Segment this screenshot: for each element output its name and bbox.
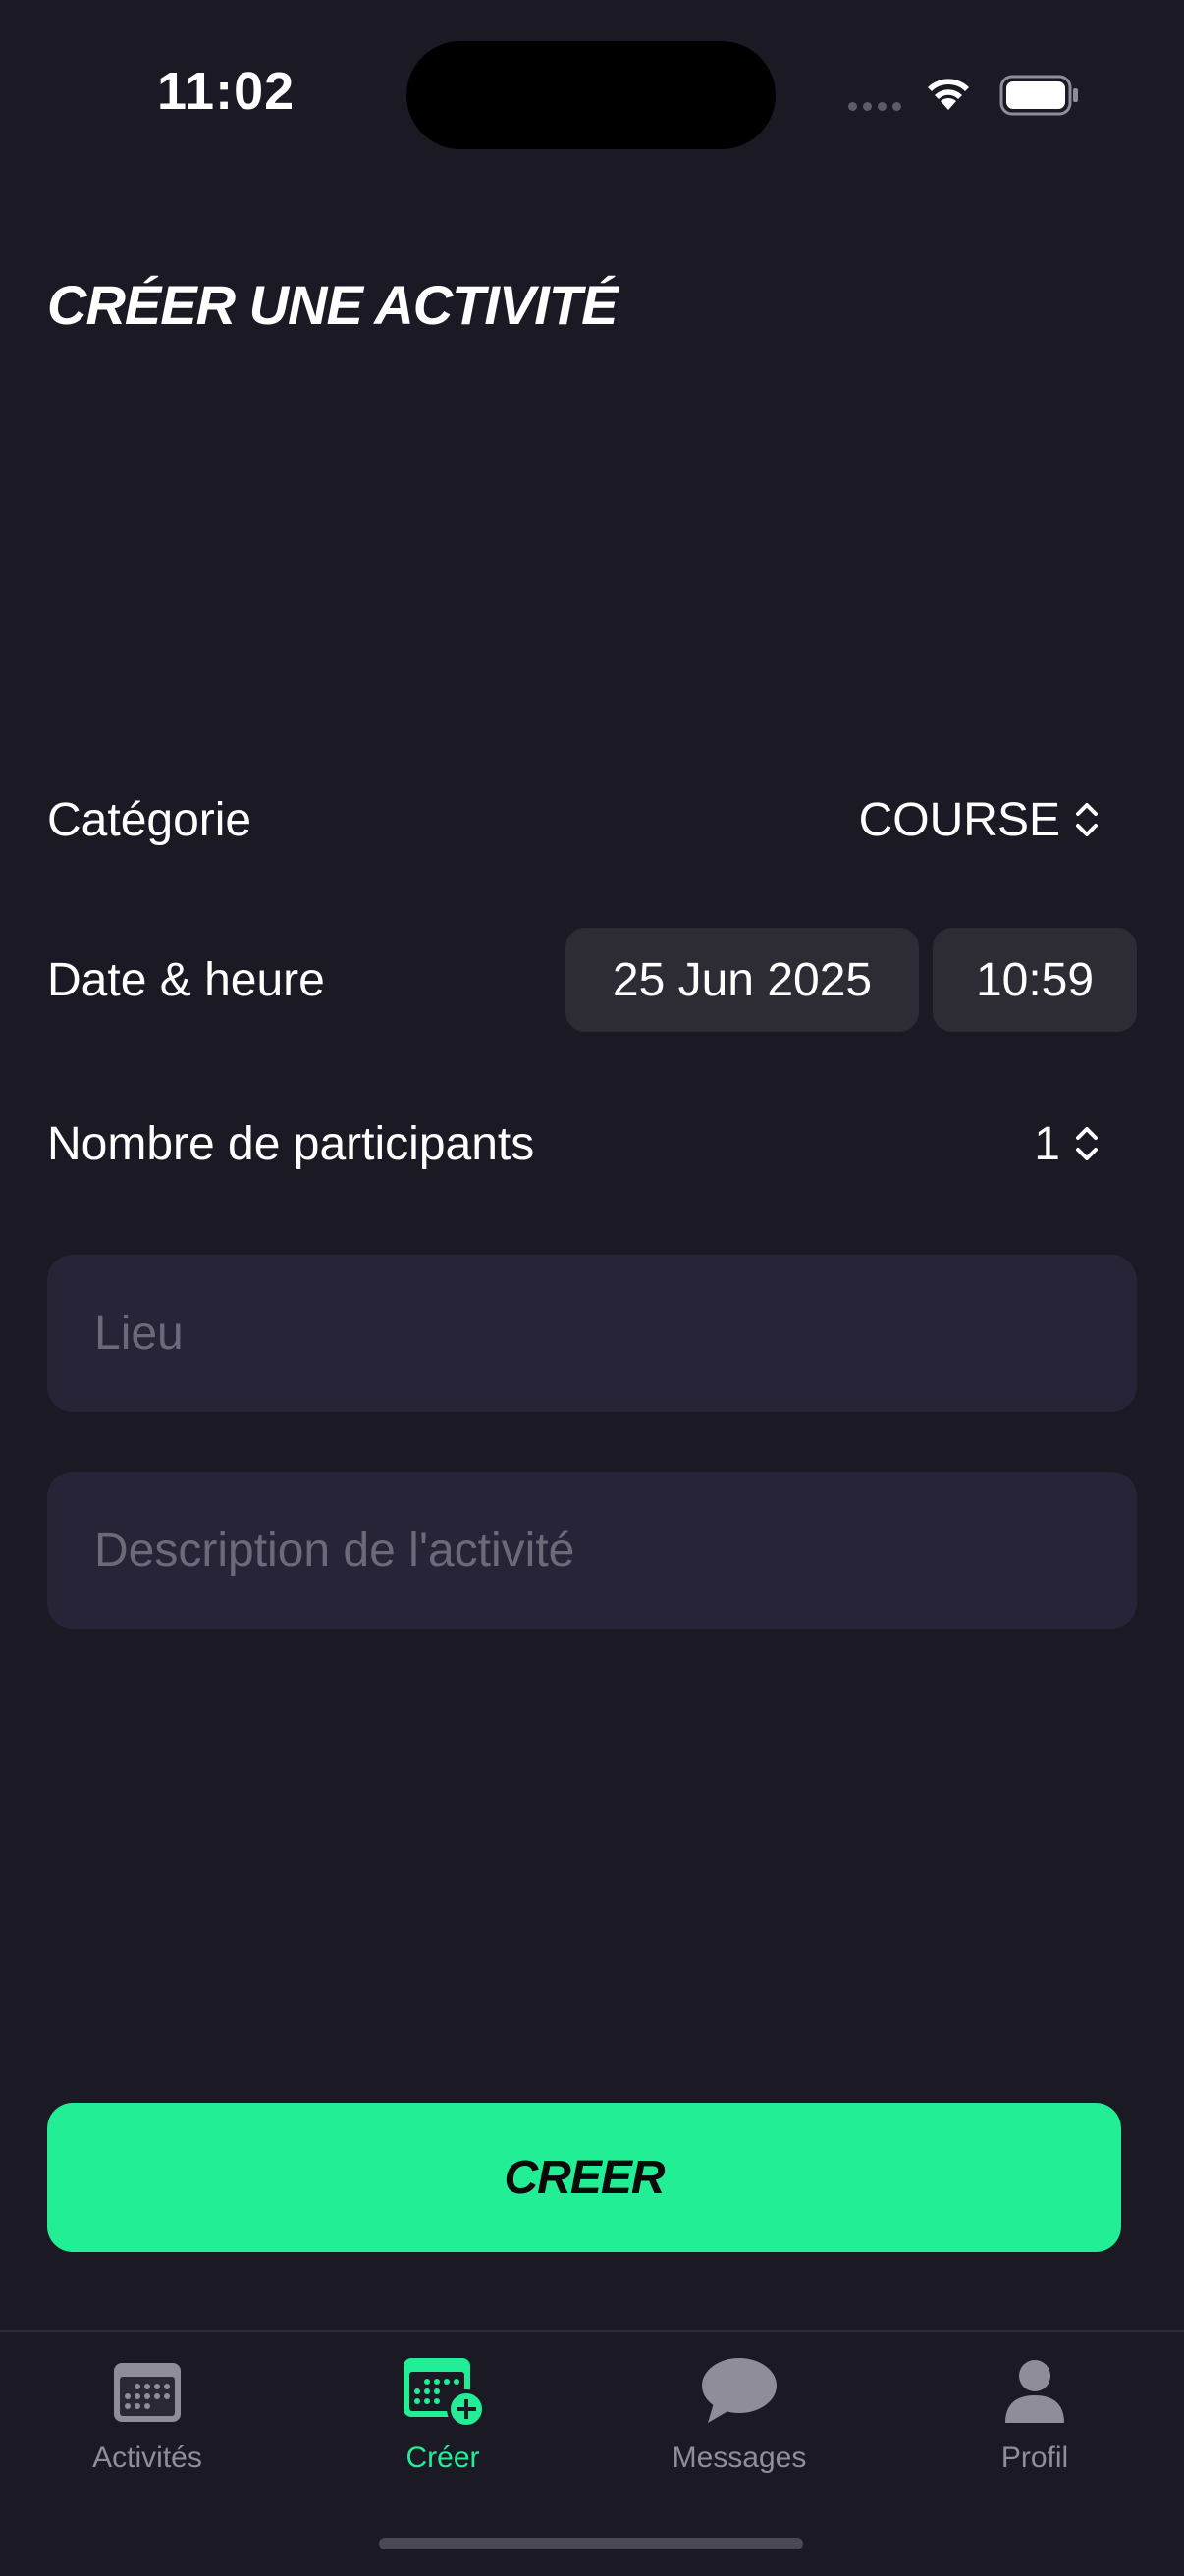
cellular-signal-icon [848,102,901,111]
person-icon [1005,2360,1064,2423]
create-button[interactable]: CREER [47,2103,1121,2252]
description-input[interactable]: Description de l'activité [47,1472,1137,1629]
date-picker[interactable]: 25 Jun 2025 [565,928,919,1032]
category-label: Catégorie [47,793,252,846]
chevron-up-down-icon [1076,803,1098,836]
tab-label: Profil [1000,2442,1069,2474]
tab-label: Messages [672,2442,807,2474]
chevron-up-down-icon [1076,1127,1098,1160]
battery-icon [999,75,1078,116]
status-bar: 11:02 [0,0,1184,196]
calendar-add-icon [404,2358,486,2429]
tab-activites[interactable]: Activités [29,2351,265,2475]
datetime-label: Date & heure [47,953,325,1006]
participants-picker[interactable]: 1 [1034,1117,1137,1171]
calendar-icon [114,2363,181,2422]
tab-creer[interactable]: Créer [325,2351,561,2475]
participants-value: 1 [1034,1117,1060,1170]
status-time: 11:02 [157,62,296,121]
tab-label: Créer [405,2442,480,2474]
tab-profil[interactable]: Profil [917,2351,1153,2475]
wifi-icon [928,79,969,110]
time-picker[interactable]: 10:59 [933,928,1137,1032]
category-picker[interactable]: COURSE [859,793,1137,847]
datetime-row: Date & heure 25 Jun 2025 10:59 [47,928,1137,1032]
home-indicator [379,2538,803,2549]
tab-label: Activités [92,2442,202,2474]
category-row: Catégorie COURSE [47,780,1137,859]
location-input[interactable]: Lieu [47,1255,1137,1412]
page-title: CRÉER UNE ACTIVITÉ [47,274,618,336]
chat-bubble-icon [702,2358,777,2423]
tab-messages[interactable]: Messages [621,2351,857,2475]
dynamic-island [406,41,776,149]
datetime-pickers: 25 Jun 2025 10:59 [565,928,1137,1032]
participants-label: Nombre de participants [47,1117,535,1170]
category-value: COURSE [858,793,1060,846]
participants-row: Nombre de participants 1 [47,1104,1137,1183]
